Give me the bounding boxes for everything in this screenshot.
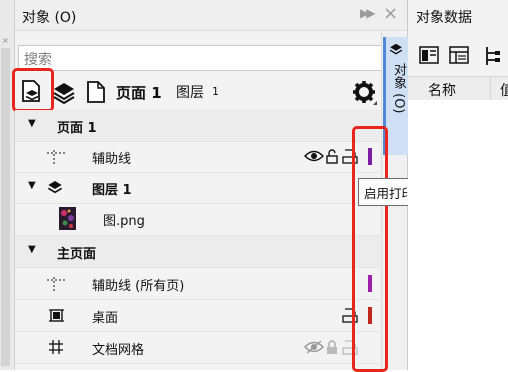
column-header-name[interactable]: 名称 <box>428 80 456 100</box>
tree-row-label: 桌面 <box>92 311 119 326</box>
field-editor-icon[interactable] <box>419 46 439 64</box>
collapse-triangle-icon[interactable]: ▼ <box>28 180 36 191</box>
objects-panel-title: 对象 (O) <box>22 10 77 26</box>
tree-row-label: 辅助线 (所有页) <box>92 279 185 294</box>
search-input[interactable]: 搜索 <box>18 45 382 71</box>
layers-view-button[interactable] <box>52 80 78 106</box>
tree-row-layer[interactable]: ▼ 图层 1 <box>15 172 380 204</box>
table-view-icon[interactable] <box>449 46 469 64</box>
hierarchy-icon[interactable] <box>482 46 502 66</box>
grid-icon <box>49 340 63 354</box>
column-header-value[interactable]: 值 <box>500 80 508 100</box>
collapse-triangle-icon[interactable]: ▼ <box>28 118 36 129</box>
collapse-triangle-icon[interactable]: ▼ <box>28 244 36 255</box>
guides-icon <box>47 150 65 164</box>
layers-icon <box>389 43 403 55</box>
guides-icon <box>47 277 65 291</box>
objects-panel: 对象 (O) ▶▶ × 搜索 页面 1 图层 1 ▼ 页面 1 辅助线 ▼ 图层… <box>12 0 507 372</box>
object-data-title: 对象数据 <box>416 10 472 26</box>
expand-panel-icon[interactable]: ▶▶ <box>360 6 376 20</box>
object-data-panel: 对象数据 名称 值 <box>408 0 508 370</box>
column-divider[interactable] <box>490 77 491 100</box>
highlight-box-page-view <box>12 68 54 112</box>
eye-hidden-icon[interactable] <box>304 340 324 354</box>
tree-row-label: 主页面 <box>57 247 97 262</box>
current-page-label[interactable]: 页面 1 <box>116 82 162 103</box>
desktop-icon <box>49 309 64 322</box>
eye-icon[interactable] <box>304 149 324 163</box>
object-tree: ▼ 页面 1 辅助线 ▼ 图层 1 图.png ▼ 主页面 辅助线 (所有页) … <box>15 110 380 370</box>
tab-objects-label: 对象 (O) <box>391 63 406 114</box>
page-icon <box>87 81 105 103</box>
tree-row-label: 辅助线 <box>92 152 132 167</box>
tree-row-label: 图.png <box>103 214 145 229</box>
unlock-icon[interactable] <box>326 149 338 164</box>
tree-row-guides-all[interactable]: 辅助线 (所有页) <box>15 268 380 300</box>
close-icon[interactable]: × <box>383 3 398 24</box>
left-scrollbar[interactable] <box>1 48 10 366</box>
tree-row-guides[interactable]: 辅助线 <box>15 141 380 173</box>
tree-row-master-page[interactable]: ▼ 主页面 <box>15 236 380 268</box>
tree-row-label: 图层 1 <box>92 183 132 198</box>
current-layer-number: 1 <box>212 85 219 98</box>
gear-icon <box>353 81 377 105</box>
objects-toolbar: 页面 1 图层 1 <box>12 68 380 112</box>
objects-title-bar: 对象 (O) ▶▶ × <box>15 0 407 31</box>
layers-icon <box>47 181 63 194</box>
collapse-icon[interactable]: × <box>2 36 9 45</box>
tree-row-page[interactable]: ▼ 页面 1 <box>15 110 380 142</box>
search-placeholder: 搜索 <box>24 52 52 68</box>
image-thumbnail <box>59 207 76 230</box>
tree-row-label: 页面 1 <box>57 121 97 136</box>
tree-row-image[interactable]: 图.png <box>15 203 380 236</box>
highlight-box-print-column <box>352 126 388 372</box>
object-data-table-body <box>408 100 508 370</box>
layers-icon <box>53 83 75 105</box>
page-view-only-button[interactable] <box>86 80 112 106</box>
left-panel-edge: × <box>0 0 15 370</box>
current-layer-label[interactable]: 图层 <box>176 82 204 102</box>
lock-icon[interactable] <box>326 340 338 355</box>
tree-row-document-grid[interactable]: 文档网格 <box>15 332 380 364</box>
tree-row-label: 文档网格 <box>92 343 145 358</box>
object-data-table-header: 名称 值 <box>408 76 508 101</box>
tree-row-desktop[interactable]: 桌面 <box>15 300 380 332</box>
settings-button[interactable] <box>352 80 378 106</box>
